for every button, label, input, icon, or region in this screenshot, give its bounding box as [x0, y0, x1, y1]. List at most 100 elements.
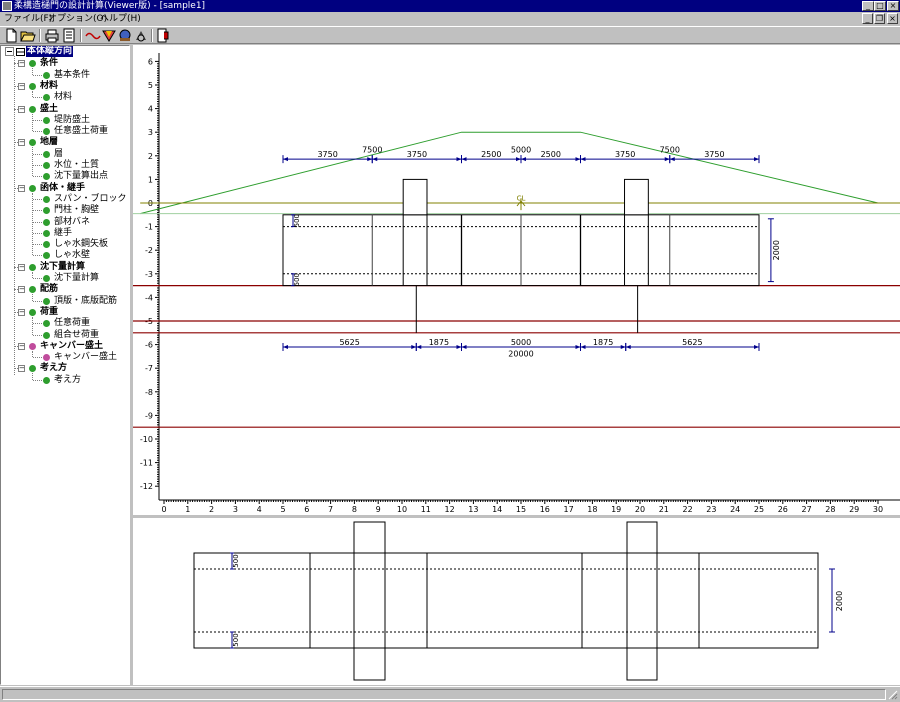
tree-item-2-1[interactable]: 任意盛土荷重 [54, 126, 108, 137]
x-axis-tick-label: 27 [802, 505, 812, 514]
tree-item-1-0[interactable]: 材料 [54, 92, 72, 103]
x-axis-tick-label: 1 [185, 505, 190, 514]
tree-expander-icon[interactable]: − [18, 106, 25, 113]
status-bar [0, 686, 900, 702]
tree-expander-icon[interactable]: − [18, 286, 25, 293]
tree-item-6-0[interactable]: 頂版・底版配筋 [54, 296, 117, 307]
tree-item-3-2[interactable]: 沈下量算出点 [54, 171, 108, 182]
tree-item-4-0[interactable]: スパン・ブロック [54, 194, 126, 205]
plan-gate-pillar [353, 521, 386, 681]
y-axis-tick-label: -9 [145, 411, 153, 420]
tree-connector [14, 56, 15, 375]
tree-connector [33, 255, 42, 256]
tree-expander-icon[interactable]: − [18, 343, 25, 350]
drawing-canvas[interactable]: 6543210-1-2-3-4-5-6-7-8-9-10-11-12012345… [133, 45, 900, 685]
x-axis-tick-label: 18 [587, 505, 597, 514]
tree-group-7[interactable]: 荷重 [40, 307, 58, 318]
tree-leaf-icon [43, 354, 50, 361]
tree-expander-icon[interactable]: − [18, 60, 25, 67]
tree-group-5[interactable]: 沈下量計算 [40, 262, 85, 273]
x-axis-tick-label: 16 [540, 505, 550, 514]
tree-item-2-0[interactable]: 堤防盛土 [54, 115, 90, 126]
tree-item-5-0[interactable]: 沈下量計算 [54, 273, 99, 284]
menu-help[interactable]: ヘルプ(H) [100, 12, 141, 26]
tree-item-4-1[interactable]: 門柱・胸壁 [54, 205, 99, 216]
resize-grip-icon[interactable] [888, 690, 898, 700]
tree-connector [33, 120, 42, 121]
x-axis-tick-label: 29 [849, 505, 859, 514]
tree-group-2[interactable]: 盛土 [40, 104, 58, 115]
mdi-minimize-button[interactable]: _ [862, 13, 873, 24]
report-icon[interactable] [133, 28, 149, 43]
maximize-button[interactable]: □ [874, 1, 886, 11]
x-axis-tick-label: 5 [280, 505, 285, 514]
tree-connector [33, 278, 42, 279]
tree-item-3-1[interactable]: 水位・土質 [54, 160, 99, 171]
tree-connector [32, 147, 33, 176]
embankment-dim-top: 7500 [362, 145, 382, 154]
tree-item-8-0[interactable]: キャンバー盛土 [54, 352, 117, 363]
tree-item-0-0[interactable]: 基本条件 [54, 70, 90, 81]
settlement-icon[interactable] [85, 28, 101, 43]
tree-expander-icon[interactable]: − [18, 309, 25, 316]
mdi-close-button[interactable]: × [887, 13, 898, 24]
x-axis-tick-label: 2 [209, 505, 214, 514]
calculator-icon[interactable] [61, 28, 77, 43]
tree-connector [33, 199, 42, 200]
x-axis-tick-label: 30 [873, 505, 883, 514]
x-axis-tick-label: 26 [778, 505, 788, 514]
tree-root-body-longitudinal[interactable]: 本体縦方向 [26, 46, 74, 57]
tree-node-icon [29, 83, 36, 90]
tree-item-3-0[interactable]: 層 [54, 149, 63, 160]
tree-item-4-2[interactable]: 部材バネ [54, 217, 90, 228]
tree-group-0[interactable]: 条件 [40, 58, 58, 69]
y-axis-tick-label: -1 [145, 223, 153, 232]
tree-item-7-1[interactable]: 組合せ荷重 [54, 330, 99, 341]
tree-item-4-4[interactable]: しゃ水鋼矢板 [54, 239, 108, 250]
tree-leaf-icon [43, 72, 50, 79]
menu-file[interactable]: ファイル(F) [4, 12, 52, 26]
tree-connector [33, 335, 42, 336]
tree-item-9-0[interactable]: 考え方 [54, 375, 81, 386]
tree-expander-icon[interactable]: − [18, 139, 25, 146]
tree-group-6[interactable]: 配筋 [40, 284, 58, 295]
menu-options[interactable]: オプション(O) [48, 12, 107, 26]
new-file-icon[interactable] [3, 28, 19, 43]
tree-expander-icon[interactable]: − [18, 365, 25, 372]
minimize-button[interactable]: _ [862, 1, 874, 11]
drawing-area[interactable]: 6543210-1-2-3-4-5-6-7-8-9-10-11-12012345… [133, 45, 900, 685]
tree-connector [33, 131, 42, 132]
print-icon[interactable] [44, 28, 60, 43]
box-height-dim-value: 2000 [772, 240, 781, 260]
tree-expander-icon[interactable]: − [18, 83, 25, 90]
plan-box-outline [193, 552, 819, 649]
x-axis-tick-label: 8 [352, 505, 357, 514]
tree-expander-icon[interactable]: − [18, 264, 25, 271]
window-title: 柔構造樋門の設計計算(Viewer版) - [sample1] [14, 1, 206, 11]
close-button[interactable]: × [887, 1, 899, 11]
tree-group-3[interactable]: 地層 [40, 137, 58, 148]
tree-leaf-icon [43, 320, 50, 327]
mdi-restore-button[interactable]: ❐ [874, 13, 885, 24]
tree-item-7-0[interactable]: 任意荷重 [54, 318, 90, 329]
x-axis-tick-label: 17 [564, 505, 574, 514]
tree-expander-icon[interactable]: − [18, 185, 25, 192]
tree-connector [32, 91, 33, 97]
x-axis-tick-label: 28 [825, 505, 835, 514]
x-axis-tick-label: 15 [516, 505, 526, 514]
tree-item-4-5[interactable]: しゃ水壁 [54, 250, 90, 261]
tree-connector [32, 114, 33, 131]
earth-icon[interactable] [117, 28, 133, 43]
tree-node-icon [29, 309, 36, 316]
structure-icon[interactable] [101, 28, 117, 43]
centerline-label: CL [517, 195, 526, 203]
tree-leaf-icon [43, 377, 50, 384]
tree-group-4[interactable]: 函体・継手 [40, 183, 85, 194]
exit-icon[interactable] [155, 28, 171, 43]
app-icon[interactable] [2, 1, 12, 11]
tree-group-1[interactable]: 材料 [40, 81, 58, 92]
tree-group-9[interactable]: 考え方 [40, 363, 67, 374]
open-folder-icon[interactable] [20, 28, 36, 43]
tree-group-8[interactable]: キャンバー盛土 [40, 341, 103, 352]
tree-item-4-3[interactable]: 継手 [54, 228, 72, 239]
